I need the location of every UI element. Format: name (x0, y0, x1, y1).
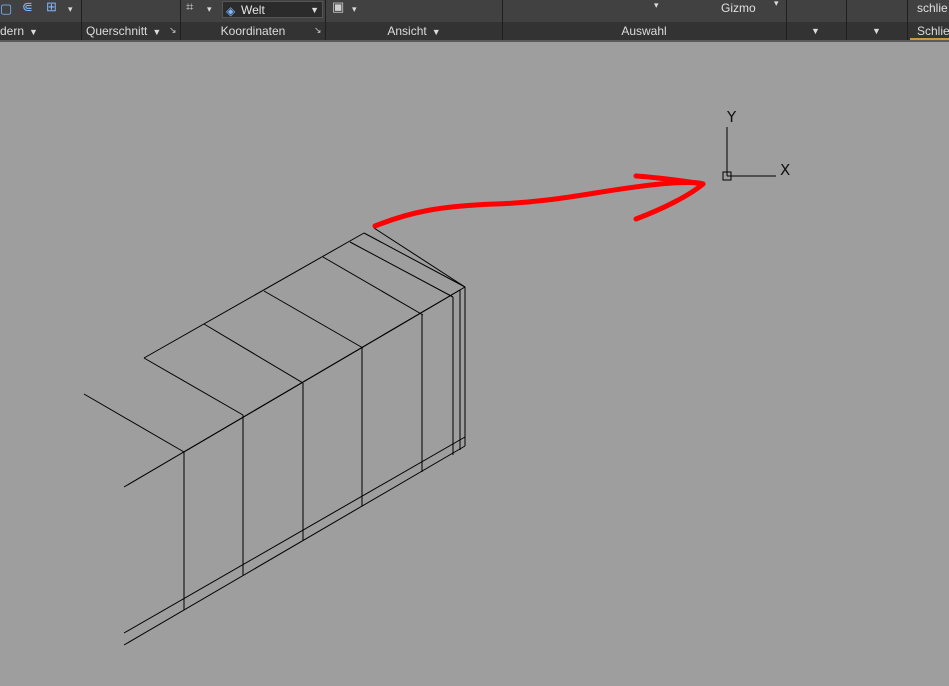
panel-expand-icon[interactable]: ▼ (811, 26, 820, 36)
wire-edge (143, 357, 244, 416)
ucs-y-label: Y (726, 108, 737, 126)
panel-divider (846, 0, 847, 40)
view-style-icon[interactable]: ▣ (332, 0, 344, 14)
selection-dropdown-icon[interactable]: ▾ (654, 0, 659, 11)
panel-aendern-label[interactable]: dern ▼ (0, 22, 80, 40)
wire-edge (263, 290, 364, 349)
chevron-down-icon: ▼ (152, 27, 162, 37)
ucs-axis-icon: Y X (722, 108, 790, 181)
wire-edge (203, 323, 304, 384)
sweep-icon[interactable]: ⋐ (22, 0, 33, 14)
ucs-origin-dropdown-icon[interactable]: ▾ (207, 4, 212, 15)
wire-edge (363, 232, 466, 288)
wire-edge (123, 445, 466, 646)
close-editor-button[interactable]: schlie (917, 1, 948, 15)
drawing-viewport[interactable]: Y X (0, 42, 949, 686)
ucs-combo[interactable]: ◈ Welt ▼ (222, 1, 323, 18)
ribbon: ▢ ⋐ ⊞ ▾ ⌗ ▾ ◈ Welt ▼ ▣ ▾ ▾ Gizmo ▾ schli… (0, 0, 949, 42)
chevron-down-icon: ▼ (431, 27, 441, 37)
ucs-origin-icon[interactable]: ⌗ (186, 0, 193, 14)
koordinaten-launcher-icon[interactable]: ↘ (314, 25, 322, 36)
panel-querschnitt-label[interactable]: Querschnitt ▼ (86, 22, 180, 40)
chevron-down-icon: ▼ (29, 27, 38, 37)
chevron-down-icon: ▼ (310, 5, 319, 15)
panel-divider (81, 0, 82, 40)
wire-edge (373, 227, 466, 288)
view-style-dropdown-icon[interactable]: ▾ (352, 4, 357, 15)
annotation-arrow (372, 173, 706, 229)
gizmo-label[interactable]: Gizmo (721, 1, 756, 15)
wire-edge (83, 393, 185, 453)
ucs-world-icon: ◈ (226, 4, 236, 18)
panel-ansicht-label[interactable]: Ansicht ▼ (326, 22, 502, 40)
ucs-combo-value: Welt (241, 3, 265, 17)
wire-edge (322, 256, 424, 316)
panel-divider (907, 0, 908, 40)
wireframe-model (83, 227, 466, 646)
gizmo-dropdown-icon[interactable]: ▾ (774, 0, 779, 9)
array-icon[interactable]: ⊞ (46, 0, 57, 14)
wire-edge (183, 289, 461, 453)
panel-expand-icon[interactable]: ▼ (872, 26, 881, 36)
panel-auswahl-label: Auswahl (621, 24, 667, 38)
annotation-arrow-shaft (372, 180, 706, 229)
panel-divider (786, 0, 787, 40)
wire-edge (143, 232, 365, 359)
array-dropdown-icon[interactable]: ▾ (68, 4, 73, 15)
panel-koordinaten-label: Koordinaten (220, 24, 286, 38)
active-panel-indicator (910, 38, 949, 40)
wire-edge (123, 436, 466, 634)
ucs-x-label: X (780, 161, 790, 179)
querschnitt-launcher-icon[interactable]: ↘ (169, 25, 177, 36)
box-icon[interactable]: ▢ (0, 2, 12, 16)
ribbon-tools-row: ▢ ⋐ ⊞ ▾ ⌗ ▾ ◈ Welt ▼ ▣ ▾ ▾ Gizmo ▾ schli… (0, 0, 949, 22)
